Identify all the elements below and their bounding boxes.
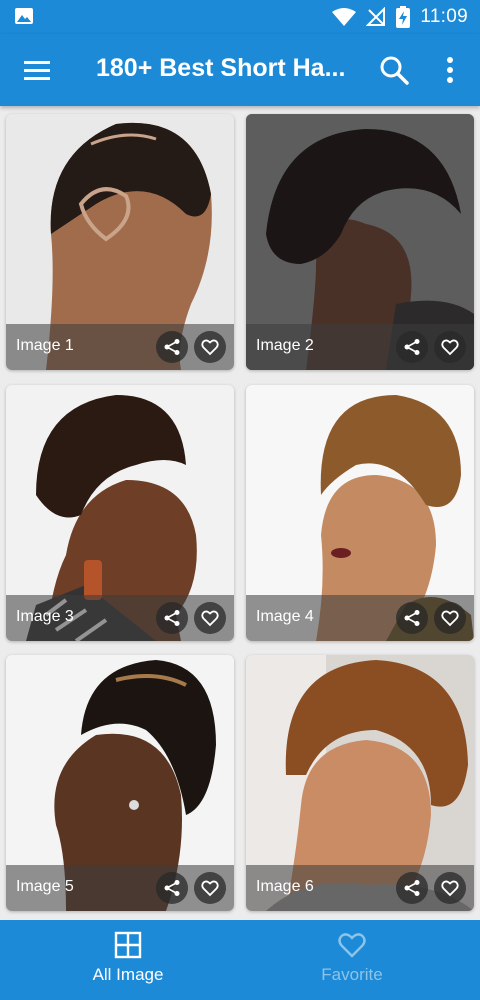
favorite-button[interactable] [434, 331, 466, 363]
card-label: Image 6 [256, 878, 314, 895]
card-caption: Image 1 [6, 324, 234, 370]
nav-all-image[interactable]: All Image [8, 920, 248, 1000]
share-button[interactable] [396, 872, 428, 904]
share-button[interactable] [156, 602, 188, 634]
heart-outline-icon [441, 880, 459, 897]
share-button[interactable] [396, 602, 428, 634]
nav-favorite[interactable]: Favorite [232, 920, 472, 1000]
image-card[interactable]: Image 3 [6, 385, 234, 641]
heart-icon [338, 933, 366, 958]
card-caption: Image 2 [246, 324, 474, 370]
image-card[interactable]: Image 4 [246, 385, 474, 641]
card-label: Image 1 [16, 337, 74, 354]
favorite-button[interactable] [434, 872, 466, 904]
heart-outline-icon [441, 610, 459, 627]
card-caption: Image 4 [246, 595, 474, 641]
favorite-button[interactable] [194, 602, 226, 634]
card-caption: Image 5 [6, 865, 234, 911]
heart-outline-icon [201, 339, 219, 356]
status-time: 11:09 [420, 6, 468, 27]
share-button[interactable] [156, 872, 188, 904]
favorite-button[interactable] [434, 602, 466, 634]
favorite-button[interactable] [194, 872, 226, 904]
image-card[interactable]: Image 6 [246, 655, 474, 911]
card-label: Image 5 [16, 878, 74, 895]
nav-all-image-label: All Image [92, 965, 164, 984]
image-card[interactable]: Image 2 [246, 114, 474, 370]
image-icon [15, 8, 33, 24]
share-icon [164, 880, 180, 896]
more-vert-icon[interactable] [436, 54, 464, 86]
nav-favorite-label: Favorite [321, 965, 383, 984]
share-icon [404, 339, 420, 355]
card-label: Image 2 [256, 337, 314, 354]
image-card[interactable]: Image 5 [6, 655, 234, 911]
share-icon [164, 339, 180, 355]
menu-icon[interactable] [20, 54, 54, 88]
wifi-icon [332, 8, 357, 26]
search-icon[interactable] [378, 54, 410, 86]
favorite-button[interactable] [194, 331, 226, 363]
heart-outline-icon [201, 610, 219, 627]
no-signal-icon [366, 7, 386, 26]
share-button[interactable] [396, 331, 428, 363]
status-bar: 11:09 [0, 0, 480, 34]
share-button[interactable] [156, 331, 188, 363]
share-icon [164, 610, 180, 626]
card-label: Image 3 [16, 608, 74, 625]
image-card[interactable]: Image 1 [6, 114, 234, 370]
share-icon [404, 880, 420, 896]
grid-icon [114, 931, 142, 959]
card-caption: Image 6 [246, 865, 474, 911]
bottom-navigation: All Image Favorite [0, 920, 480, 1000]
app-title: 180+ Best Short Ha... [96, 54, 346, 82]
heart-outline-icon [441, 339, 459, 356]
card-label: Image 4 [256, 608, 314, 625]
image-grid: Image 1 Image 2 Image 3 Image 4 Image 5 … [0, 106, 480, 920]
share-icon [404, 610, 420, 626]
card-caption: Image 3 [6, 595, 234, 641]
app-bar: 180+ Best Short Ha... [0, 34, 480, 106]
heart-outline-icon [201, 880, 219, 897]
battery-charging-icon [396, 6, 411, 28]
